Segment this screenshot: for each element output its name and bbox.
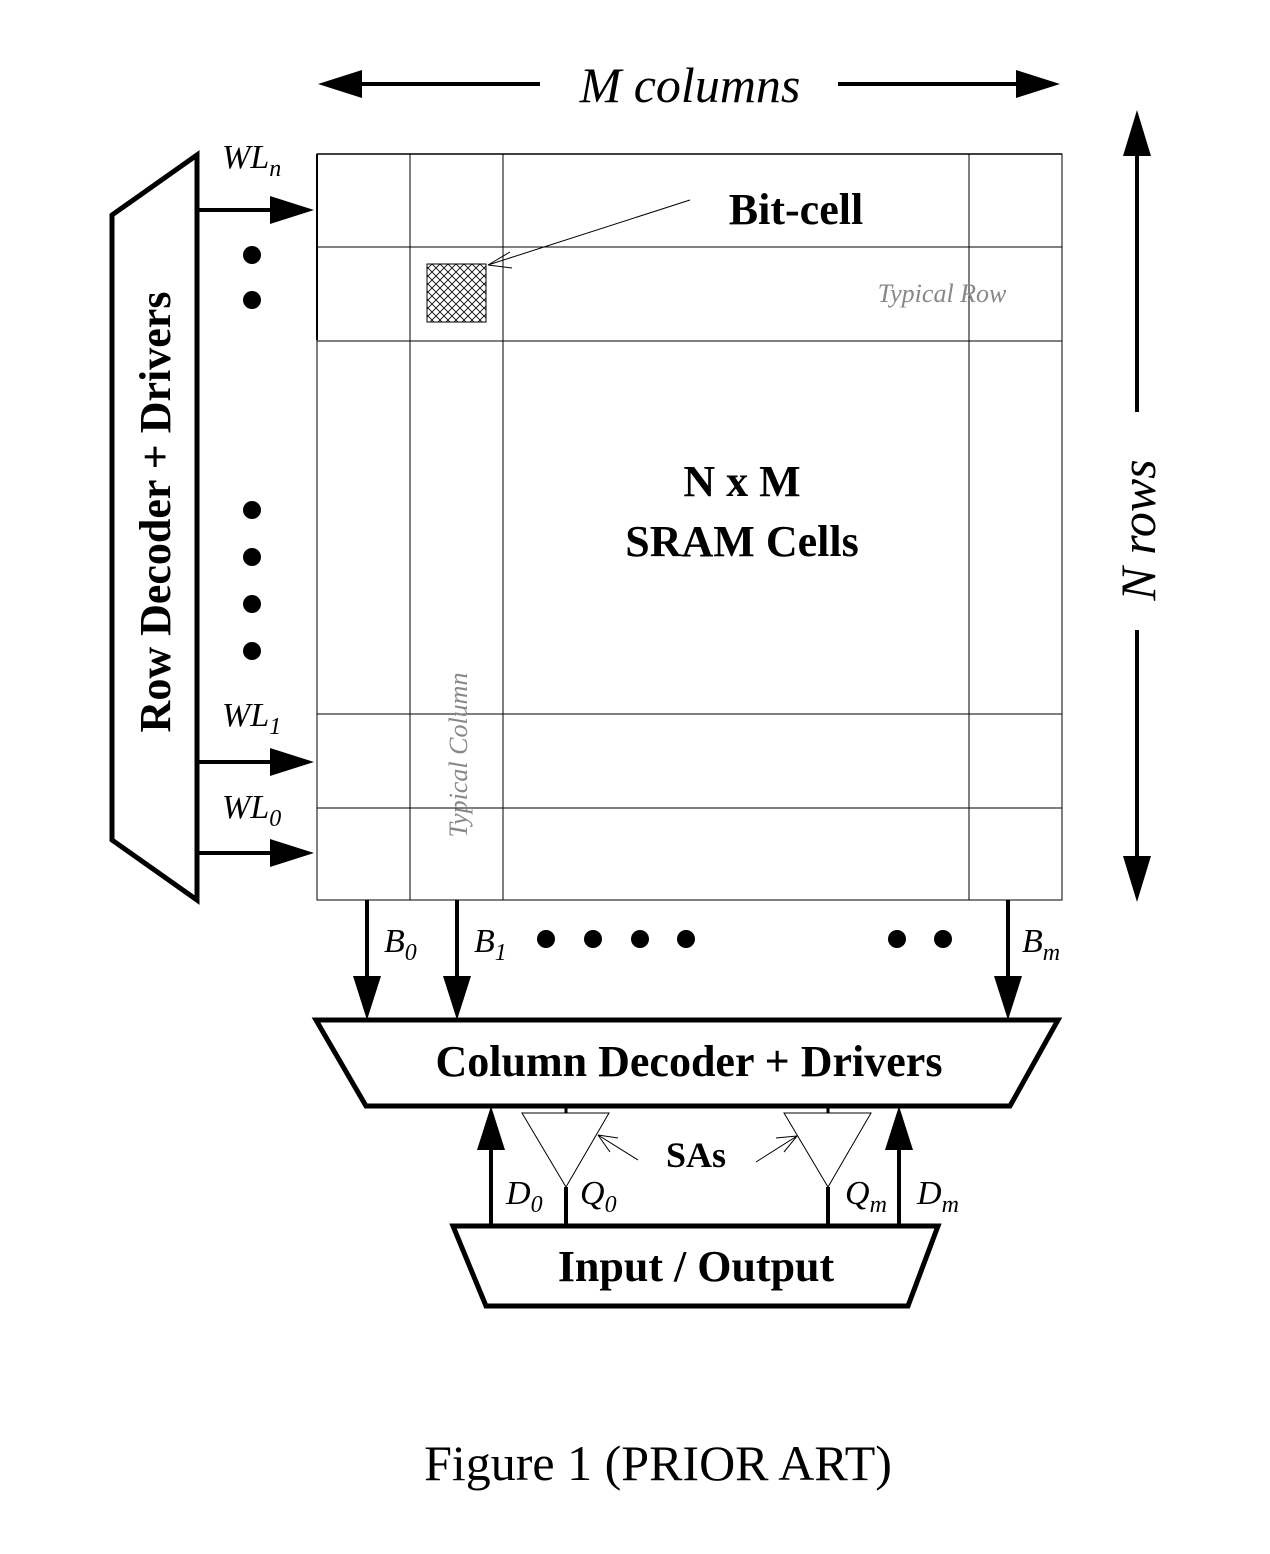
data-out-0-label: Q0 — [580, 1175, 617, 1218]
bitlines: B0 B1 Bm — [353, 900, 1060, 1020]
bitcell-hatch — [426, 263, 487, 323]
wordline-0-arrow-icon — [270, 839, 314, 867]
data-in-0-arrow-icon — [477, 1106, 505, 1150]
array-label-line2: SRAM Cells — [625, 517, 858, 566]
input-output-label: Input / Output — [558, 1242, 835, 1291]
data-in-m-arrow-icon — [885, 1106, 913, 1150]
wordline-0-label: WL0 — [222, 789, 281, 832]
bitline-1-arrow-icon — [443, 976, 471, 1020]
bitline-1-label: B1 — [474, 923, 507, 966]
sram-array: Bit-cell Typical Row Typical Column N x … — [316, 153, 1063, 901]
data-in-m-label: Dm — [916, 1175, 959, 1218]
wordline-n-arrow-icon — [270, 196, 314, 224]
row-decoder: Row Decoder + Drivers — [109, 150, 200, 905]
sense-amplifiers: SAs D0 Q0 Qm Dm — [477, 1104, 959, 1226]
bitline-0-arrow-icon — [353, 976, 381, 1020]
sa-label: SAs — [666, 1135, 726, 1175]
bitline-m-arrow-icon — [994, 976, 1022, 1020]
wordline-1-label: WL1 — [222, 697, 281, 740]
row-decoder-label: Row Decoder + Drivers — [131, 292, 180, 733]
sram-diagram: M columns N rows Bit-cell Typical Row Ty… — [109, 57, 1166, 1491]
typical-column-label: Typical Column — [444, 673, 473, 838]
arrow-up-icon — [1123, 110, 1151, 156]
arrow-left-icon — [318, 70, 362, 98]
column-decoder: Column Decoder + Drivers — [311, 1017, 1063, 1109]
bitcell-label: Bit-cell — [729, 185, 863, 234]
bitline-m-label: Bm — [1022, 923, 1060, 966]
array-label-line1: N x M — [683, 457, 800, 506]
n-rows-dimension: N rows — [1110, 110, 1166, 902]
wordline-n-label: WLn — [222, 139, 281, 182]
m-columns-label: M columns — [579, 57, 801, 113]
typical-row-label: Typical Row — [878, 279, 1007, 308]
ellipsis-dots-column — [537, 930, 952, 948]
column-decoder-label: Column Decoder + Drivers — [436, 1037, 943, 1086]
figure-caption: Figure 1 (PRIOR ART) — [424, 1435, 892, 1491]
wordline-1-arrow-icon — [270, 748, 314, 776]
arrow-down-icon — [1123, 856, 1151, 902]
n-rows-label: N rows — [1110, 459, 1166, 601]
data-in-0-label: D0 — [505, 1175, 543, 1218]
data-out-m-label: Qm — [845, 1175, 887, 1218]
bitcell-pointer — [487, 199, 691, 266]
wordlines: WLn WL1 WL0 — [197, 139, 314, 867]
m-columns-dimension: M columns — [318, 57, 1060, 113]
arrow-right-icon — [1016, 70, 1060, 98]
ellipsis-dots-row — [243, 246, 261, 660]
input-output: Input / Output — [449, 1223, 942, 1309]
bitline-0-label: B0 — [384, 923, 417, 966]
